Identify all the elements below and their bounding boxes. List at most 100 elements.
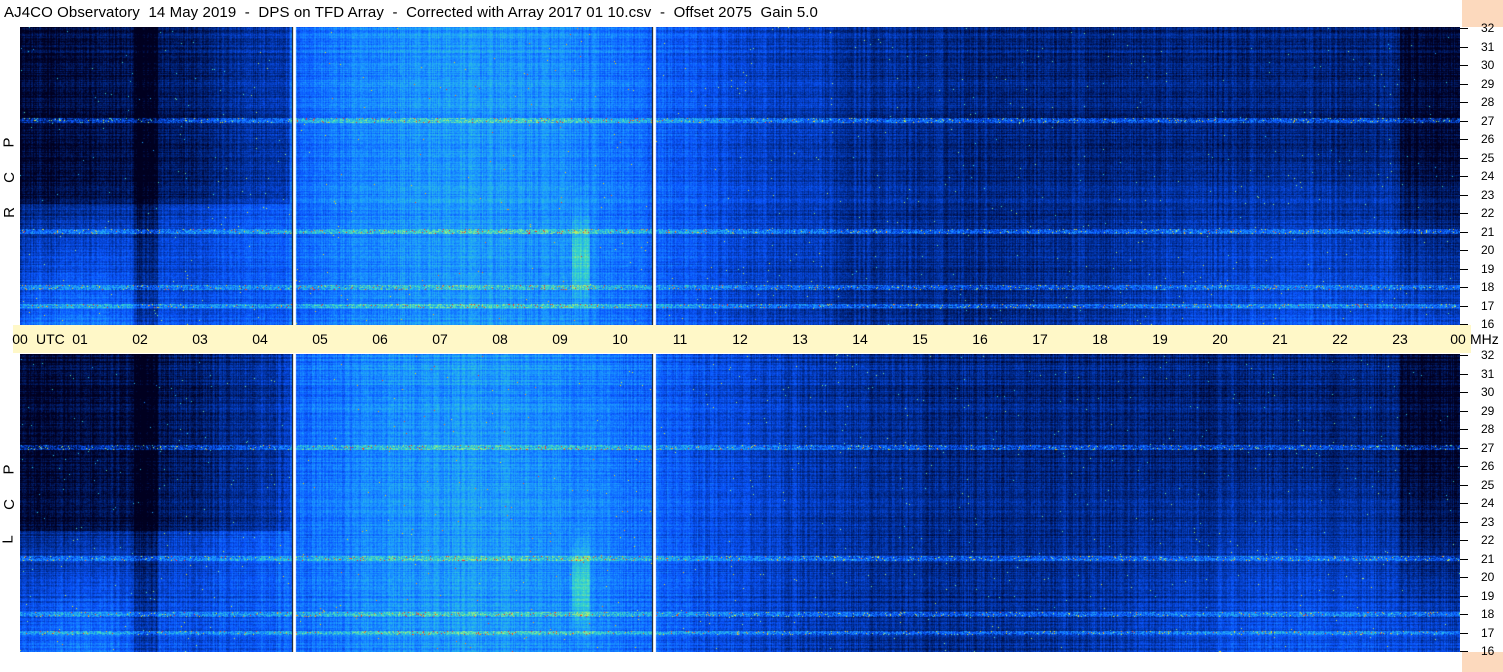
- utc-unit-label: UTC: [36, 331, 65, 347]
- frequency-tick-label: 24: [1481, 169, 1495, 183]
- utc-tick-label: 20: [1212, 331, 1228, 347]
- utc-tick-label: 23: [1392, 331, 1408, 347]
- frequency-tick-mark: [1460, 392, 1468, 393]
- utc-tick-label: 12: [732, 331, 748, 347]
- lcp-spectrogram-panel: [20, 354, 1460, 652]
- utc-tick-label: 10: [612, 331, 628, 347]
- frequency-tick-mark: [1460, 324, 1468, 325]
- frequency-tick-mark: [1460, 503, 1468, 504]
- frequency-tick-label: 17: [1481, 625, 1495, 640]
- utc-tick-label: 14: [852, 331, 868, 347]
- frequency-tick-label: 28: [1481, 95, 1495, 109]
- utc-tick-label: 11: [672, 331, 688, 347]
- frequency-tick-mark: [1460, 120, 1468, 122]
- frequency-tick-label: 18: [1481, 280, 1495, 294]
- frequency-tick-mark: [1460, 157, 1468, 159]
- frequency-tick-mark: [1460, 595, 1468, 597]
- frequency-tick-label: 23: [1481, 514, 1495, 529]
- frequency-tick-label: 32: [1481, 348, 1495, 362]
- frequency-tick-label: 22: [1481, 533, 1495, 547]
- frequency-tick-label: 29: [1481, 76, 1495, 91]
- frequency-tick-mark: [1460, 28, 1468, 29]
- frequency-tick-mark: [1460, 373, 1468, 375]
- frequency-tick-label: 26: [1481, 459, 1495, 473]
- utc-tick-label: 03: [192, 331, 208, 347]
- frequency-tick-mark: [1460, 484, 1468, 486]
- frequency-tick-label: 23: [1481, 187, 1495, 202]
- frequency-tick-label: 16: [1481, 317, 1495, 331]
- frequency-tick-mark: [1460, 250, 1468, 251]
- polarization-letter: C: [0, 172, 18, 183]
- utc-tick-label: 04: [252, 331, 268, 347]
- frequency-tick-label: 24: [1481, 496, 1495, 510]
- frequency-tick-mark: [1460, 305, 1468, 307]
- utc-tick-label: 19: [1152, 331, 1168, 347]
- frequency-tick-label: 27: [1481, 440, 1495, 455]
- utc-tick-label: 09: [552, 331, 568, 347]
- utc-tick-label: 18: [1092, 331, 1108, 347]
- utc-tick-label: 01: [72, 331, 88, 347]
- frequency-tick-mark: [1460, 540, 1468, 541]
- polarization-letter: P: [0, 137, 18, 148]
- frequency-tick-mark: [1460, 429, 1468, 430]
- frequency-tick-mark: [1460, 46, 1468, 48]
- polarization-letter: R: [0, 207, 18, 218]
- utc-tick-label: 06: [372, 331, 388, 347]
- utc-tick-label: 08: [492, 331, 508, 347]
- frequency-tick-mark: [1460, 632, 1468, 634]
- frequency-tick-mark: [1460, 651, 1468, 652]
- frequency-tick-mark: [1460, 83, 1468, 85]
- frequency-tick-mark: [1460, 102, 1468, 103]
- frequency-tick-mark: [1460, 447, 1468, 449]
- frequency-tick-mark: [1460, 139, 1468, 140]
- frequency-tick-mark: [1460, 213, 1468, 214]
- utc-tick-label: 13: [792, 331, 808, 347]
- frequency-tick-mark: [1460, 466, 1468, 467]
- frequency-tick-mark: [1460, 521, 1468, 523]
- frequency-tick-mark: [1460, 355, 1468, 356]
- frequency-tick-mark: [1460, 558, 1468, 560]
- utc-tick-label: 07: [432, 331, 448, 347]
- rcp-spectrogram-panel: [20, 27, 1460, 325]
- rcp-spectrogram: [20, 27, 1460, 325]
- utc-tick-label: 21: [1272, 331, 1288, 347]
- frequency-tick-label: 28: [1481, 422, 1495, 436]
- frequency-tick-label: 25: [1481, 477, 1495, 492]
- frequency-tick-mark: [1460, 268, 1468, 270]
- utc-tick-label: 15: [912, 331, 928, 347]
- frequency-tick-mark: [1460, 287, 1468, 288]
- polarization-letter: L: [0, 535, 17, 544]
- utc-tick-label: 16: [972, 331, 988, 347]
- utc-tick-label: 22: [1332, 331, 1348, 347]
- frequency-tick-label: 16: [1481, 644, 1495, 658]
- frequency-tick-label: 19: [1481, 588, 1495, 603]
- frequency-tick-label: 25: [1481, 150, 1495, 165]
- frequency-tick-label: 19: [1481, 261, 1495, 276]
- frequency-tick-mark: [1460, 65, 1468, 66]
- mhz-unit-label: MHz: [1470, 331, 1499, 347]
- utc-tick-label: 00: [1450, 331, 1466, 347]
- frequency-tick-mark: [1460, 231, 1468, 233]
- lcp-spectrogram: [20, 354, 1460, 652]
- utc-tick-label: 17: [1032, 331, 1048, 347]
- utc-tick-label: 00: [12, 331, 28, 347]
- frequency-tick-mark: [1460, 410, 1468, 412]
- frequency-tick-label: 17: [1481, 298, 1495, 313]
- frequency-tick-mark: [1460, 176, 1468, 177]
- utc-tick-label: 05: [312, 331, 328, 347]
- frequency-tick-mark: [1460, 194, 1468, 196]
- frequency-tick-label: 32: [1481, 21, 1495, 35]
- frequency-tick-label: 27: [1481, 113, 1495, 128]
- frequency-tick-label: 30: [1481, 58, 1495, 72]
- frequency-tick-label: 30: [1481, 385, 1495, 399]
- frequency-tick-label: 18: [1481, 607, 1495, 621]
- frequency-tick-label: 31: [1481, 39, 1495, 54]
- frequency-tick-mark: [1460, 614, 1468, 615]
- polarization-letter: P: [0, 464, 18, 475]
- frequency-tick-label: 21: [1481, 551, 1495, 566]
- frequency-tick-label: 20: [1481, 570, 1495, 584]
- chart-title: AJ4CO Observatory 14 May 2019 - DPS on T…: [4, 4, 818, 21]
- polarization-letter: C: [0, 499, 18, 510]
- utc-tick-label: 02: [132, 331, 148, 347]
- frequency-tick-label: 22: [1481, 206, 1495, 220]
